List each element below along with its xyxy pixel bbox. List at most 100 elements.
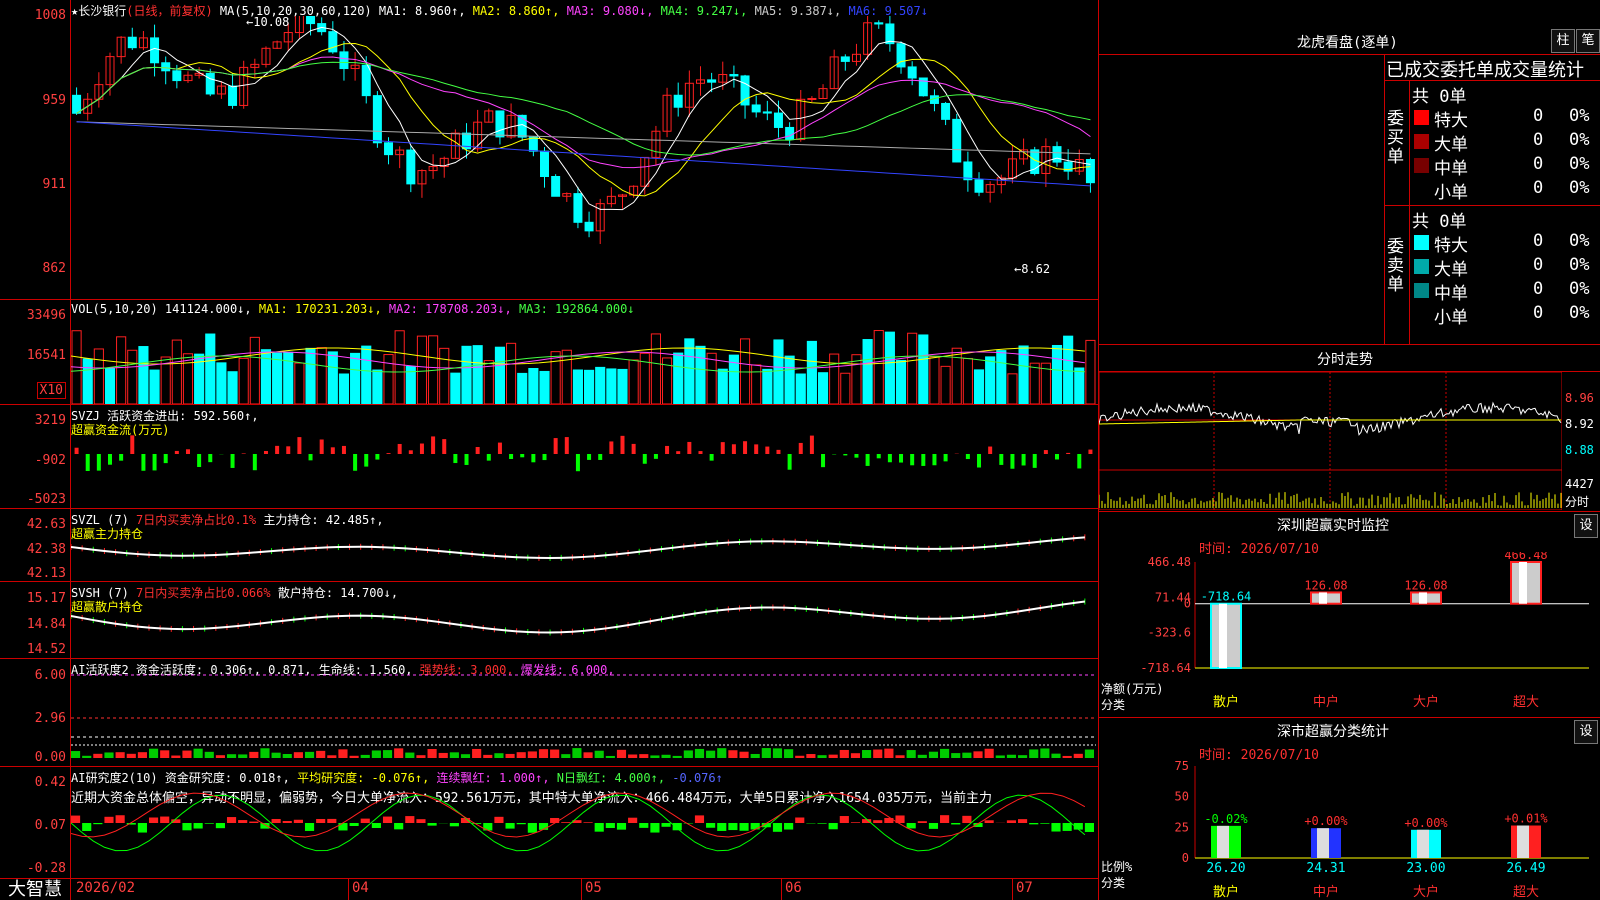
ratio-bar[interactable] [1511,825,1541,858]
category-count: 0 [1533,178,1544,198]
flow-bar [899,454,904,463]
volume-bar [806,340,817,404]
flow-bar [965,454,970,460]
x-label: 06 [785,880,802,896]
header-value: MA1: 170231.203↓, [258,302,389,316]
x-label: 07 [1016,880,1033,896]
candlestick-chart[interactable] [71,16,1096,298]
monitor-settings-button[interactable]: 设 [1574,514,1598,538]
flow-bar [319,439,324,454]
brand-logo[interactable]: 大智慧 [0,879,70,900]
pen-mode-button[interactable]: 笔 [1576,29,1600,53]
flow-bar [1032,454,1037,468]
intraday-panel: 分时走势 8.96 8.92 8.88 4427 分时 [1099,345,1600,511]
sz-class-chart[interactable]: 75 50 25 0 -0.02% 26.20 散户 +0.00% 24.31 中户 +0.00% 2… [1099,758,1600,900]
research-bar [349,823,359,826]
holding-line [71,600,1085,634]
active-bar [193,748,203,758]
volume-bar [305,347,316,404]
volume-bar [1074,367,1085,404]
volume-chart[interactable] [71,316,1096,404]
money-flow-chart[interactable] [71,420,1096,508]
sz-monitor-chart[interactable]: 466.4871.440-323.6-718.64-718.64散户126.08… [1099,552,1600,717]
flow-bar [988,446,993,454]
volume-bar [1063,335,1074,404]
bar-mode-button[interactable]: 柱 [1551,29,1575,53]
ai-active-chart[interactable] [71,659,1096,766]
retail-holding-chart[interactable] [71,582,1096,658]
volume-bar [461,345,472,404]
y-label: 14.52 [26,642,66,657]
net-bar[interactable] [1210,602,1242,669]
flow-bar [999,454,1004,465]
net-bar[interactable] [1310,591,1342,605]
flow-bar [887,454,892,463]
active-bar [338,749,348,758]
flow-bar [364,454,369,467]
svzl-y-axis: 42.63 42.38 42.13 [0,509,70,581]
ai-research-chart[interactable] [71,767,1096,878]
volume-bar [494,346,506,404]
candle-body [729,74,739,77]
y-label: 42.63 [26,517,66,532]
y-label: 16541 [26,348,66,363]
active-bar [583,752,593,758]
class-settings-button[interactable]: 设 [1574,720,1598,744]
research-bar [327,818,337,823]
category-name: 中单 [1434,284,1468,304]
active-bar [1062,755,1072,758]
axis-label: -718.64 [1140,661,1191,675]
volume-bar [539,370,550,404]
flow-bar [263,450,268,454]
flow-bar [977,454,982,468]
bar-category: 大户 [1413,884,1439,900]
x-tick [581,879,582,900]
active-bar [817,755,827,758]
research-bar [516,823,526,825]
main-holding-chart[interactable] [71,509,1096,581]
net-bar[interactable] [1410,591,1442,605]
volume-bar [584,369,595,404]
flow-bar [185,449,190,454]
research-bar [93,823,103,825]
candle-body [172,70,182,82]
research-bar [706,823,716,828]
holding-line [71,536,1085,559]
flow-bar [1021,454,1026,466]
ai-research-y-axis: 0.42 0.07 -0.28 [0,767,70,878]
research-bar [215,823,225,829]
bar-category: 超大 [1513,695,1539,710]
flow-bar [731,444,736,454]
flow-bar [720,442,725,454]
volume-bar [1029,362,1040,404]
research-bar [394,823,404,830]
active-bar [628,754,638,758]
category-count: 0 [1533,154,1544,174]
category-count: 0 [1533,130,1544,150]
category-swatch [1414,110,1429,125]
ma-line [76,61,1091,156]
volume-bar [940,365,951,404]
flow-bar [375,454,380,460]
research-bar [271,818,281,823]
volume-bar [517,372,528,404]
sz-class-panel: 深市超赢分类统计 设 时间: 2026/07/10 比例% 分类 75 50 25 0… [1099,718,1600,900]
x-tick [781,879,782,900]
volume-bar [93,348,104,404]
net-bar[interactable] [1510,561,1542,605]
active-bar [405,752,415,758]
research-bar [282,821,292,823]
research-bar [204,823,214,824]
volume-bar [1007,373,1018,404]
high-value: 10.08 [253,15,290,29]
axis-label: 50 [1175,790,1189,804]
ratio-bar[interactable] [1411,829,1441,858]
active-bar [717,748,727,758]
ratio-bar[interactable] [1311,828,1341,858]
research-bar [1018,819,1028,823]
ratio-bar[interactable] [1211,825,1241,858]
candle-body [740,75,750,106]
flow-bar [163,454,168,464]
intraday-chart[interactable] [1099,372,1562,510]
volume-bar [572,369,584,404]
